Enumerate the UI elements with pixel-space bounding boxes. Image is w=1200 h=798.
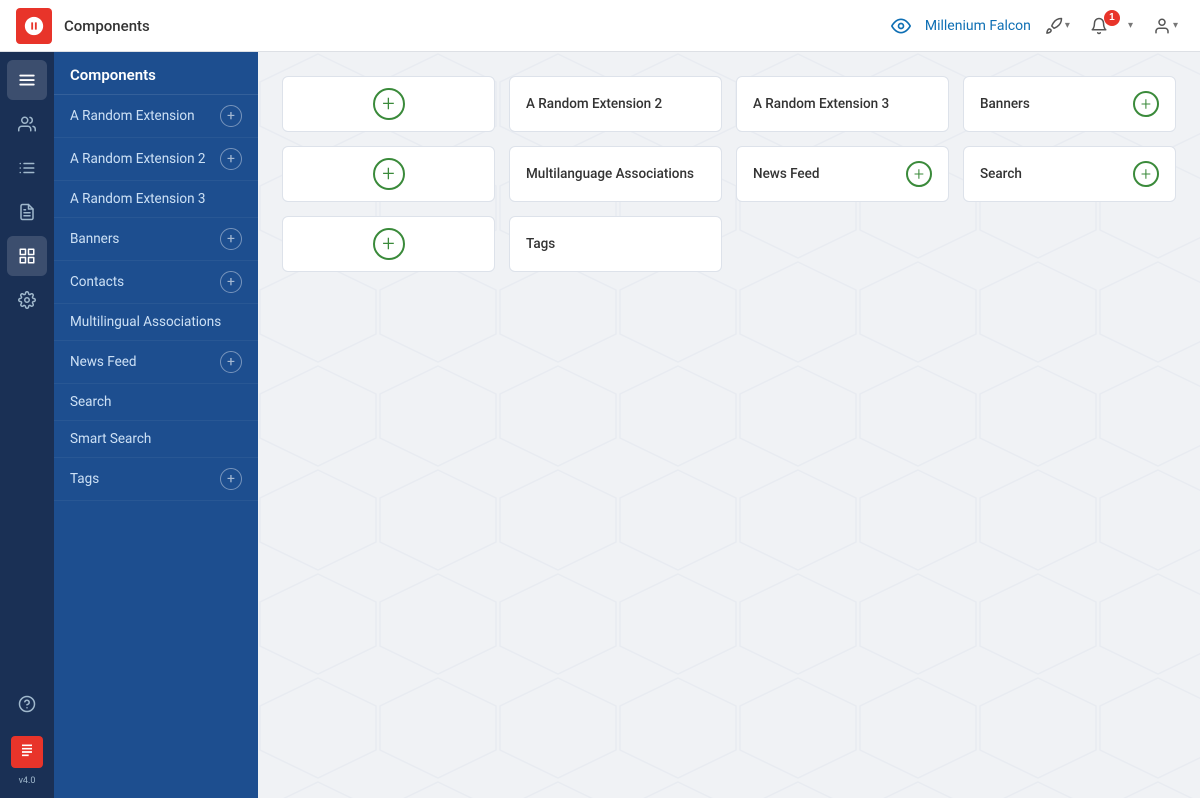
card-random-ext-1[interactable]: + A Random Extension	[282, 76, 495, 132]
sidebar-item-users[interactable]	[7, 104, 47, 144]
card-search[interactable]: Search +	[963, 146, 1176, 202]
main-layout: v4.0 Components A Random Extension + A R…	[0, 52, 1200, 798]
card-newsfeed[interactable]: News Feed +	[736, 146, 949, 202]
card-add-icon-newsfeed[interactable]: +	[906, 161, 932, 187]
topbar: Components Millenium Falcon ▾ 1	[0, 0, 1200, 52]
nav-plus-icon-tags[interactable]: +	[220, 468, 242, 490]
card-label-search: Search	[980, 166, 1022, 182]
nav-sidebar-header: Components	[54, 52, 258, 95]
nav-plus-icon-1[interactable]: +	[220, 105, 242, 127]
sidebar-item-menus[interactable]	[7, 148, 47, 188]
nav-item-random-ext-3[interactable]: A Random Extension 3	[54, 181, 258, 218]
version-label: v4.0	[19, 776, 36, 786]
card-tags-2[interactable]: Tags	[509, 216, 722, 272]
user-menu-button[interactable]: ▾	[1147, 13, 1184, 39]
nav-item-tags[interactable]: Tags +	[54, 458, 258, 501]
card-label-3: A Random Extension 3	[753, 96, 889, 112]
joomla-bottom-logo	[11, 736, 43, 768]
notifications-button[interactable]: 1 ▾	[1084, 13, 1139, 39]
joomla-logo[interactable]	[16, 8, 52, 44]
card-add-icon-multilingual[interactable]: +	[373, 158, 405, 190]
updates-button[interactable]: ▾	[1039, 13, 1076, 39]
user-chevron: ▾	[1173, 20, 1178, 31]
nav-item-random-ext-1[interactable]: A Random Extension +	[54, 95, 258, 138]
card-add-icon-search[interactable]: +	[1133, 161, 1159, 187]
sidebar-item-settings[interactable]	[7, 280, 47, 320]
card-random-ext-3[interactable]: A Random Extension 3	[736, 76, 949, 132]
nav-item-contacts[interactable]: Contacts +	[54, 261, 258, 304]
notif-chevron: ▾	[1128, 20, 1133, 31]
nav-plus-icon-contacts[interactable]: +	[220, 271, 242, 293]
topbar-right: Millenium Falcon ▾ 1 ▾ ▾	[885, 12, 1184, 40]
card-banners[interactable]: Banners +	[963, 76, 1176, 132]
cards-grid: + A Random Extension A Random Extension …	[282, 76, 1176, 272]
content-area: + A Random Extension A Random Extension …	[258, 52, 1200, 798]
card-label-tags-2: Tags	[526, 236, 555, 252]
nav-sidebar: Components A Random Extension + A Random…	[54, 52, 258, 798]
sidebar-toggle[interactable]	[7, 60, 47, 100]
sidebar-item-components[interactable]	[7, 236, 47, 276]
nav-plus-icon-banners[interactable]: +	[220, 228, 242, 250]
card-multilingual-2[interactable]: Multilanguage Associations	[509, 146, 722, 202]
icon-sidebar-bottom: v4.0	[7, 684, 47, 798]
nav-plus-icon-2[interactable]: +	[220, 148, 242, 170]
card-add-icon-banners[interactable]: +	[1133, 91, 1159, 117]
nav-item-random-ext-2[interactable]: A Random Extension 2 +	[54, 138, 258, 181]
card-label-newsfeed: News Feed	[753, 166, 820, 182]
icon-sidebar: v4.0	[0, 52, 54, 798]
sidebar-item-content[interactable]	[7, 192, 47, 232]
nav-item-banners[interactable]: Banners +	[54, 218, 258, 261]
card-label-multilingual-2: Multilanguage Associations	[526, 166, 694, 182]
page-title: Components	[64, 17, 885, 35]
preview-button[interactable]	[885, 12, 917, 40]
card-add-icon-1[interactable]: +	[373, 88, 405, 120]
notification-badge: 1	[1104, 10, 1120, 26]
username-link[interactable]: Millenium Falcon	[925, 18, 1031, 34]
nav-item-newsfeed[interactable]: News Feed +	[54, 341, 258, 384]
nav-item-multilingual[interactable]: Multilingual Associations	[54, 304, 258, 341]
sidebar-item-help[interactable]	[7, 684, 47, 724]
card-add-icon-tags[interactable]: +	[373, 228, 405, 260]
nav-item-search[interactable]: Search	[54, 384, 258, 421]
card-tags[interactable]: + Tags	[282, 216, 495, 272]
nav-plus-icon-newsfeed[interactable]: +	[220, 351, 242, 373]
updates-chevron: ▾	[1065, 20, 1070, 31]
card-multilingual[interactable]: + Multilanguage Associations	[282, 146, 495, 202]
card-random-ext-2[interactable]: A Random Extension 2	[509, 76, 722, 132]
card-label-banners: Banners	[980, 96, 1030, 112]
card-label-2: A Random Extension 2	[526, 96, 662, 112]
nav-item-smart-search[interactable]: Smart Search	[54, 421, 258, 458]
